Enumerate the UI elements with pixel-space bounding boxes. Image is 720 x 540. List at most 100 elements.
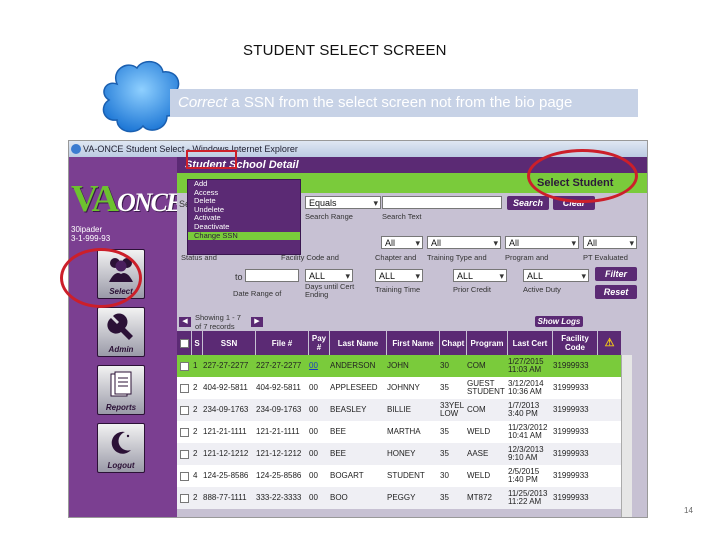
table-row[interactable]: 4 124-25-8586 124-25-8586 00 BOGART STUDENT 30… <box>177 465 621 487</box>
col-s[interactable]: S <box>192 331 202 355</box>
cell-pay[interactable]: 00 <box>309 465 329 487</box>
cell-program: WELD <box>467 471 491 480</box>
cell-chapt: 35 <box>440 493 449 502</box>
program-select[interactable]: All <box>505 236 579 250</box>
prev-page-button[interactable]: ◀ <box>179 317 191 327</box>
pt-evaluated-select[interactable]: All <box>583 236 637 250</box>
cell-file: 227-27-2277 <box>256 361 302 370</box>
date-range-to-input[interactable] <box>245 269 299 282</box>
cell-fac: 31999933 <box>553 405 589 414</box>
cell-n: 2 <box>193 383 198 392</box>
col-last-cert[interactable]: Last Cert <box>508 331 552 355</box>
days-until-label: Days until Cert Ending <box>305 282 355 299</box>
cell-ssn: 121-21-1111 <box>203 427 247 436</box>
row-checkbox-cell[interactable] <box>180 355 190 377</box>
col-program[interactable]: Program <box>467 331 507 355</box>
col-facility-code[interactable]: Facility Code <box>553 331 597 355</box>
cell-n: 2 <box>193 427 198 436</box>
highlight-ring-select-student <box>527 149 638 203</box>
cell-n: 4 <box>193 471 198 480</box>
next-page-button[interactable]: ▶ <box>251 317 263 327</box>
header-select-all[interactable] <box>177 331 191 355</box>
row-checkbox-cell[interactable] <box>180 465 190 487</box>
cell-pay[interactable]: 00 <box>309 421 329 443</box>
cell-first: MARTHA <box>387 427 421 436</box>
cell-fac: 31999933 <box>553 449 589 458</box>
active-duty-label: Active Duty <box>523 285 561 294</box>
cell-chapt: 33YEL LOW <box>440 401 464 418</box>
nav-reports-label: Reports <box>105 403 137 412</box>
search-text-input[interactable] <box>382 196 502 209</box>
program-label: Program and <box>505 253 549 262</box>
row-checkbox[interactable] <box>180 427 189 437</box>
row-checkbox-cell[interactable] <box>180 443 190 465</box>
cell-last: BEASLEY <box>330 405 367 414</box>
cell-pay[interactable]: 00 <box>309 443 329 465</box>
prior-credit-label: Prior Credit <box>453 285 491 294</box>
row-checkbox-cell[interactable] <box>180 399 190 421</box>
cell-cert: 2/5/2015 1:40 PM <box>508 467 540 484</box>
training-type-select[interactable]: All <box>427 236 501 250</box>
row-checkbox[interactable] <box>180 449 189 459</box>
col-pay[interactable]: Pay # <box>309 331 329 355</box>
left-nav: VAONCE 30ipader 3-1-999-93 Select Admin … <box>69 157 183 517</box>
cell-cert: 3/12/2014 10:36 AM <box>508 379 544 396</box>
col-warning: ⚠ <box>598 331 621 355</box>
cell-program: COM <box>467 361 486 370</box>
col-chapt[interactable]: Chapt <box>440 331 466 355</box>
cell-n: 2 <box>193 449 198 458</box>
cell-ssn: 227-27-2277 <box>203 361 249 370</box>
row-checkbox[interactable] <box>180 493 189 503</box>
instruction-banner: Correct a SSN from the select screen not… <box>170 89 638 117</box>
search-button[interactable]: Search <box>507 196 549 210</box>
search-text-label: Search Text <box>382 212 422 221</box>
menu-item-change-ssn[interactable]: Change SSN <box>188 231 300 241</box>
prior-credit-select[interactable]: ALL <box>453 269 507 283</box>
filter-button[interactable]: Filter <box>595 267 637 281</box>
col-first-name[interactable]: First Name <box>387 331 439 355</box>
reports-icon <box>110 371 132 397</box>
col-ssn[interactable]: SSN <box>203 331 255 355</box>
nav-reports-button[interactable]: Reports <box>97 365 145 415</box>
search-range-label: Search Range <box>305 212 353 221</box>
page-number: 14 <box>684 506 693 515</box>
cell-last: BOGART <box>330 471 364 480</box>
highlight-box <box>186 150 237 169</box>
col-last-name[interactable]: Last Name <box>330 331 386 355</box>
user-line-2: 3-1-999-93 <box>71 234 111 243</box>
show-logs-button[interactable]: Show Logs <box>535 316 583 327</box>
table-row[interactable]: 1 227-27-2277 227-27-2277 00 ANDERSON JOHN 30 C… <box>177 355 621 377</box>
table-scrollbar[interactable] <box>621 355 632 517</box>
row-checkbox[interactable] <box>180 361 189 371</box>
training-time-select[interactable]: ALL <box>375 269 423 283</box>
cell-program: GUEST STUDENT <box>467 379 505 396</box>
col-file[interactable]: File # <box>256 331 308 355</box>
cell-pay[interactable]: 00 <box>309 377 329 399</box>
table-row[interactable]: 2 234-09-1763 234-09-1763 00 BEASLEY BILLIE 33… <box>177 399 621 421</box>
table-row[interactable]: 2 888-77-1111 333-22-3333 00 BOO PEGGY 35 MT872… <box>177 487 621 509</box>
cell-pay[interactable]: 00 <box>309 355 329 377</box>
active-duty-select[interactable]: ALL <box>523 269 589 283</box>
table-row[interactable]: 2 404-92-5811 404-92-5811 00 APPLESEED JOHNNY… <box>177 377 621 399</box>
logo-main: VA <box>71 178 119 220</box>
operator-select[interactable]: Equals <box>305 196 381 210</box>
row-checkbox[interactable] <box>180 383 189 393</box>
chapter-select[interactable]: All <box>381 236 423 250</box>
nav-logout-button[interactable]: Logout <box>97 423 145 473</box>
cell-first: BILLIE <box>387 405 412 414</box>
nav-admin-button[interactable]: Admin <box>97 307 145 357</box>
days-until-select[interactable]: ALL <box>305 269 353 283</box>
cell-first: PEGGY <box>387 493 416 502</box>
row-checkbox[interactable] <box>180 471 189 481</box>
row-checkbox-cell[interactable] <box>180 487 190 509</box>
reset-button[interactable]: Reset <box>595 285 637 299</box>
row-checkbox[interactable] <box>180 405 189 415</box>
select-all-checkbox[interactable] <box>179 338 189 348</box>
row-checkbox-cell[interactable] <box>180 377 190 399</box>
ie-icon <box>71 144 81 154</box>
table-row[interactable]: 2 121-12-1212 121-12-1212 00 BEE HONEY 35 AASE 1… <box>177 443 621 465</box>
row-checkbox-cell[interactable] <box>180 421 190 443</box>
cell-pay[interactable]: 00 <box>309 487 329 509</box>
table-row[interactable]: 2 121-21-1111 121-21-1111 00 BEE MARTHA 35 WELD… <box>177 421 621 443</box>
cell-pay[interactable]: 00 <box>309 399 329 421</box>
